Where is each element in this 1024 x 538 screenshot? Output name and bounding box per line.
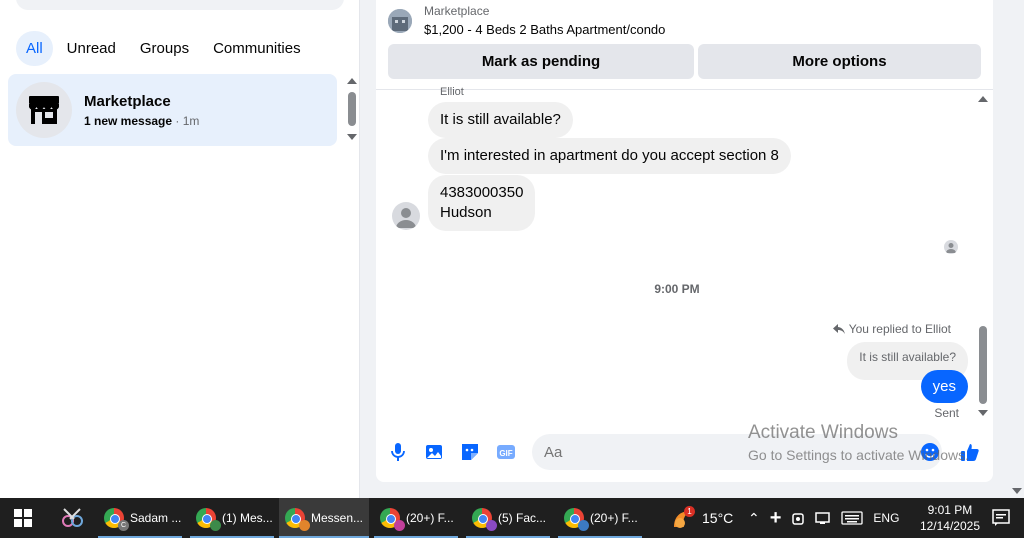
taskbar-app-5[interactable]: (5) Fac... xyxy=(466,498,550,538)
taskbar-app-3[interactable]: Messen... xyxy=(279,498,369,538)
filter-communities[interactable]: Communities xyxy=(203,31,311,66)
read-receipt-avatar xyxy=(944,240,958,254)
filter-all[interactable]: All xyxy=(16,31,53,66)
message-input[interactable] xyxy=(532,434,942,470)
marketplace-store-icon xyxy=(16,82,72,138)
chat-header: Marketplace $1,200 - 4 Beds 2 Baths Apar… xyxy=(376,0,993,90)
windows-start-icon[interactable] xyxy=(14,509,32,527)
replied-to-label: You replied to Elliot xyxy=(832,322,951,336)
image-icon[interactable] xyxy=(424,442,444,462)
chrome-icon xyxy=(472,508,497,531)
language-indicator[interactable]: ENG xyxy=(873,511,899,525)
listing-info[interactable]: Marketplace $1,200 - 4 Beds 2 Baths Apar… xyxy=(388,4,665,37)
message-bubble-incoming[interactable]: I'm interested in apartment do you accep… xyxy=(428,138,791,174)
scroll-down-arrow-icon[interactable] xyxy=(978,410,988,416)
weather-badge: 1 xyxy=(684,506,695,517)
chrome-icon xyxy=(285,508,310,531)
listing-source: Marketplace xyxy=(424,4,490,18)
listing-title: $1,200 - 4 Beds 2 Baths Apartment/condo xyxy=(424,22,666,37)
conversation-subtitle: 1 new message · 1m xyxy=(84,113,200,128)
time-separator: 9:00 PM xyxy=(654,282,700,296)
message-bubble-outgoing[interactable]: yes xyxy=(920,370,968,403)
message-thread: Elliot It is still available? I'm intere… xyxy=(376,86,993,482)
thread-scrollbar[interactable] xyxy=(977,94,989,420)
chrome-icon xyxy=(380,508,405,531)
message-composer: GIF xyxy=(376,430,993,474)
listing-thumbnail xyxy=(388,8,412,33)
message-status: Sent xyxy=(934,406,959,420)
conversation-title: Marketplace xyxy=(84,92,171,110)
filter-unread[interactable]: Unread xyxy=(57,31,126,66)
window-scroll-down-arrow-icon[interactable] xyxy=(1010,486,1024,498)
microphone-icon[interactable] xyxy=(388,442,408,462)
conversation-sidebar: All Unread Groups Communities Marketplac… xyxy=(0,0,360,498)
chrome-icon: C xyxy=(104,508,129,531)
gif-icon[interactable]: GIF xyxy=(496,442,516,462)
notifications-icon[interactable] xyxy=(992,509,1010,527)
emoji-icon[interactable] xyxy=(920,442,940,462)
temperature: 15°C xyxy=(702,510,734,526)
like-thumbs-up-icon[interactable] xyxy=(960,442,980,462)
sender-name: Elliot xyxy=(440,86,464,98)
snipping-tool-icon[interactable] xyxy=(60,507,84,529)
mark-as-pending-button[interactable]: Mark as pending xyxy=(388,44,694,79)
filter-tabs: All Unread Groups Communities xyxy=(16,31,311,66)
message-bubble-incoming[interactable]: 4383000350 Hudson xyxy=(428,175,536,231)
scroll-up-arrow-icon[interactable] xyxy=(347,78,357,84)
conversation-item-marketplace[interactable]: Marketplace 1 new message · 1m xyxy=(8,74,337,146)
taskbar-clock[interactable]: 9:01 PM 12/14/2025 xyxy=(920,502,980,534)
keyboard-icon[interactable] xyxy=(841,511,864,525)
weather-widget[interactable]: 1 15°C xyxy=(670,498,733,538)
taskbar-app-2[interactable]: (1) Mes... xyxy=(190,498,274,538)
network-icon[interactable] xyxy=(815,511,831,525)
scrollbar-thumb[interactable] xyxy=(348,92,356,126)
chevron-up-icon[interactable]: ⌃ xyxy=(748,510,760,527)
taskbar-app-6[interactable]: (20+) F... xyxy=(558,498,642,538)
search-input[interactable] xyxy=(16,0,344,10)
taskbar-app-4[interactable]: (20+) F... xyxy=(374,498,458,538)
taskbar-app-1[interactable]: C Sadam ... xyxy=(98,498,182,538)
sticker-icon[interactable] xyxy=(460,442,480,462)
svg-text:GIF: GIF xyxy=(499,449,512,458)
filter-groups[interactable]: Groups xyxy=(130,31,199,66)
scroll-down-arrow-icon[interactable] xyxy=(347,134,357,140)
reply-arrow-icon xyxy=(832,324,845,334)
meet-now-icon[interactable] xyxy=(791,510,805,526)
sidebar-scrollbar[interactable] xyxy=(346,78,358,142)
windows-taskbar: C Sadam ... (1) Mes... Messen... (20+) F… xyxy=(0,498,1024,538)
sender-avatar[interactable] xyxy=(392,202,420,230)
chrome-icon xyxy=(196,508,221,531)
more-options-button[interactable]: More options xyxy=(698,44,981,79)
scrollbar-thumb[interactable] xyxy=(979,326,987,404)
chrome-icon xyxy=(564,508,589,531)
plus-icon[interactable]: + xyxy=(770,507,782,530)
message-bubble-incoming[interactable]: It is still available? xyxy=(428,102,573,138)
scroll-up-arrow-icon[interactable] xyxy=(978,96,988,102)
system-tray: ⌃ + ENG xyxy=(748,498,899,538)
